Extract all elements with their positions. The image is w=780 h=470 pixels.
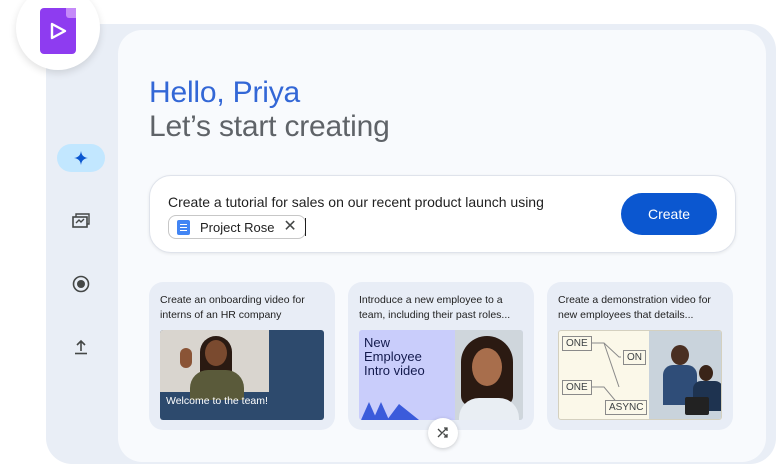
thumbnail-title: New Employee Intro video	[364, 335, 425, 378]
decorative-shapes	[361, 402, 419, 420]
shuffle-icon	[437, 427, 448, 438]
card-thumbnail: ONE ON ONE ASYNC	[558, 330, 722, 420]
diagram-label: ASYNC	[605, 400, 648, 415]
media-library-icon	[72, 213, 90, 228]
sparkle-icon	[74, 151, 88, 165]
attachment-chip[interactable]: Project Rose ✕	[168, 215, 306, 239]
create-button[interactable]: Create	[621, 193, 717, 235]
diagram-label: ON	[623, 350, 646, 365]
shuffle-button[interactable]	[428, 418, 458, 448]
suggestion-card[interactable]: Introduce a new employee to a team, incl…	[348, 282, 534, 430]
diagram-label: ONE	[562, 380, 592, 395]
rail-upload-button[interactable]	[57, 333, 105, 361]
rail-create-button[interactable]	[57, 144, 105, 172]
greeting: Hello, Priya	[149, 76, 300, 109]
rail-record-button[interactable]	[57, 270, 105, 298]
upload-icon	[75, 339, 87, 355]
prompt-text: Create a tutorial for sales on our recen…	[168, 194, 544, 210]
card-caption: Introduce a new employee to a team, incl…	[359, 294, 511, 321]
attachment-chip-label: Project Rose	[200, 219, 275, 235]
text-caret	[305, 218, 306, 236]
side-rail	[57, 144, 107, 361]
card-thumbnail: Welcome to the team!	[160, 330, 324, 420]
record-icon	[72, 275, 90, 293]
docs-icon	[177, 219, 190, 235]
diagram-label: ONE	[562, 336, 592, 351]
video-play-icon	[40, 8, 76, 54]
prompt-input[interactable]: Create a tutorial for sales on our recen…	[149, 175, 736, 253]
card-thumbnail: New Employee Intro video	[359, 330, 523, 420]
close-icon[interactable]: ✕	[283, 219, 296, 235]
suggestion-card[interactable]: Create a demonstration video for new emp…	[547, 282, 733, 430]
page-title: Let’s start creating	[149, 110, 390, 143]
suggestion-card[interactable]: Create an onboarding video for interns o…	[149, 282, 335, 430]
thumbnail-label: Welcome to the team!	[166, 395, 268, 407]
card-caption: Create a demonstration video for new emp…	[558, 294, 711, 321]
card-caption: Create an onboarding video for interns o…	[160, 294, 305, 321]
rail-library-button[interactable]	[57, 207, 105, 235]
